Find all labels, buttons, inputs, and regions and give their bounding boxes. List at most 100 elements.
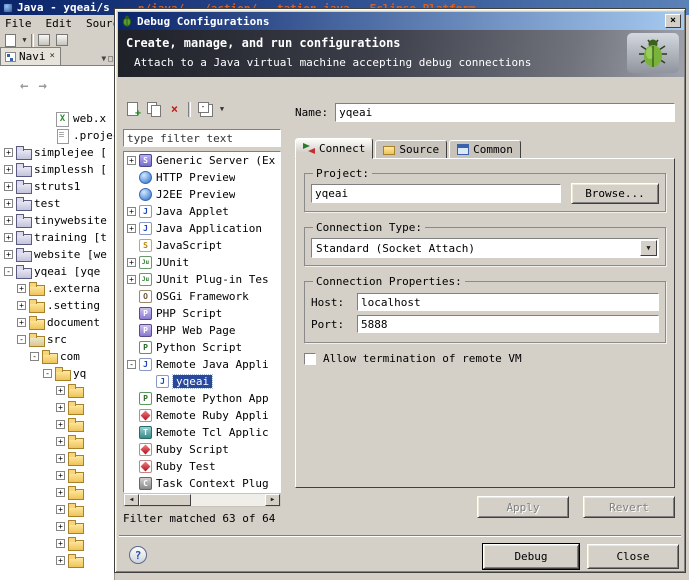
minimize-view-icon[interactable]: □ (108, 54, 113, 63)
config-type-task-context[interactable]: Task Context Plug (124, 475, 280, 492)
expander-icon[interactable] (4, 216, 13, 225)
expander-icon[interactable] (127, 156, 136, 165)
navigator-item-com[interactable]: com (0, 348, 114, 365)
navigator-item-simplejee[interactable]: simplejee [ (0, 144, 114, 161)
navigator-item-folder[interactable] (0, 399, 114, 416)
view-menu-icon[interactable]: ▼ (101, 54, 106, 63)
checkbox-icon[interactable] (304, 353, 316, 365)
config-type-http-preview[interactable]: HTTP Preview (124, 169, 280, 186)
expander-icon[interactable] (4, 165, 13, 174)
expander-icon[interactable] (4, 233, 13, 242)
expander-icon[interactable] (127, 258, 136, 267)
help-button[interactable]: ? (129, 546, 147, 564)
expander-icon[interactable] (56, 403, 65, 412)
horizontal-scrollbar[interactable]: ◀ ▶ (123, 493, 281, 507)
close-icon[interactable]: × (49, 52, 56, 61)
config-type-remote-tcl[interactable]: Remote Tcl Applic (124, 424, 280, 441)
navigator-item-training[interactable]: training [t (0, 229, 114, 246)
menu-edit[interactable]: Edit (46, 17, 73, 30)
navigator-item-website[interactable]: website [we (0, 246, 114, 263)
navigator-item-simplessh[interactable]: simplessh [ (0, 161, 114, 178)
tab-connect[interactable]: Connect (295, 138, 373, 159)
debug-button[interactable]: Debug (483, 544, 579, 569)
navigator-view-tab[interactable]: Navi × (0, 47, 61, 65)
navigator-item-tinywebsite[interactable]: tinywebsite (0, 212, 114, 229)
expander-icon[interactable] (56, 420, 65, 429)
expander-icon[interactable] (17, 318, 26, 327)
delete-config-icon[interactable]: × (165, 100, 184, 118)
expander-icon[interactable] (17, 301, 26, 310)
new-config-icon[interactable] (123, 100, 142, 118)
chevron-down-icon[interactable]: ▼ (20, 33, 29, 47)
navigator-item-folder[interactable] (0, 467, 114, 484)
expander-icon[interactable] (127, 224, 136, 233)
expander-icon[interactable] (56, 522, 65, 531)
config-type-remote-ruby[interactable]: Remote Ruby Appli (124, 407, 280, 424)
navigator-item-folder[interactable] (0, 501, 114, 518)
expander-icon[interactable] (56, 556, 65, 565)
config-type-php-script[interactable]: PHP Script (124, 305, 280, 322)
config-type-ruby-script[interactable]: Ruby Script (124, 441, 280, 458)
expander-icon[interactable] (56, 386, 65, 395)
config-type-junit-plugin[interactable]: JUnit Plug-in Tes (124, 271, 280, 288)
filter-input[interactable] (123, 129, 281, 147)
config-type-python-script[interactable]: Python Script (124, 339, 280, 356)
config-type-ruby-test[interactable]: Ruby Test (124, 458, 280, 475)
close-icon[interactable]: × (665, 14, 681, 28)
config-type-osgi[interactable]: OSGi Framework (124, 288, 280, 305)
navigator-item-folder[interactable] (0, 382, 114, 399)
collapse-icon[interactable] (17, 335, 26, 344)
navigator-item-web-x[interactable]: web.x (0, 110, 114, 127)
navigator-item-struts1[interactable]: struts1 (0, 178, 114, 195)
scroll-right-icon[interactable]: ▶ (265, 494, 280, 506)
dialog-titlebar[interactable]: Debug Configurations × (118, 12, 684, 30)
print-icon[interactable] (54, 33, 70, 47)
expander-icon[interactable] (4, 199, 13, 208)
menu-file[interactable]: File (5, 17, 32, 30)
expander-icon[interactable] (56, 471, 65, 480)
tab-source[interactable]: Source (375, 140, 447, 159)
collapse-all-icon[interactable] (195, 100, 214, 118)
config-yqeai[interactable]: yqeai (124, 373, 280, 390)
navigator-item-project-file[interactable]: .project (0, 127, 114, 144)
config-type-junit[interactable]: JUnit (124, 254, 280, 271)
navigator-item-folder[interactable] (0, 416, 114, 433)
expander-icon[interactable] (56, 539, 65, 548)
expander-icon[interactable] (56, 488, 65, 497)
config-type-remote-java[interactable]: Remote Java Appli (124, 356, 280, 373)
back-icon[interactable]: ← (20, 78, 28, 94)
navigator-item-folder[interactable] (0, 433, 114, 450)
expander-icon[interactable] (56, 437, 65, 446)
allow-termination-checkbox[interactable]: Allow termination of remote VM (304, 352, 666, 365)
config-type-j2ee-preview[interactable]: J2EE Preview (124, 186, 280, 203)
filter-menu-icon[interactable]: ▼ (216, 100, 228, 118)
tab-common[interactable]: Common (449, 140, 521, 159)
collapse-icon[interactable] (4, 267, 13, 276)
config-type-java-application[interactable]: Java Application (124, 220, 280, 237)
apply-button[interactable]: Apply (477, 496, 569, 518)
chevron-down-icon[interactable]: ▼ (640, 240, 657, 256)
project-input[interactable] (311, 184, 561, 203)
browse-button[interactable]: Browse... (571, 183, 659, 204)
connection-type-select[interactable]: Standard (Socket Attach) ▼ (311, 238, 659, 258)
duplicate-config-icon[interactable] (144, 100, 163, 118)
navigator-item-test[interactable]: test (0, 195, 114, 212)
navigator-item-folder[interactable] (0, 552, 114, 569)
expander-icon[interactable] (56, 454, 65, 463)
expander-icon[interactable] (127, 207, 136, 216)
navigator-item-document[interactable]: document (0, 314, 114, 331)
navigator-item-folder[interactable] (0, 535, 114, 552)
name-input[interactable] (335, 103, 675, 122)
scroll-left-icon[interactable]: ◀ (124, 494, 139, 506)
config-type-php-web-page[interactable]: PHP Web Page (124, 322, 280, 339)
new-file-icon[interactable] (2, 33, 18, 47)
config-type-generic-server[interactable]: Generic Server (Ex (124, 152, 280, 169)
host-input[interactable] (357, 293, 659, 311)
expander-icon[interactable] (4, 182, 13, 191)
navigator-item-yq[interactable]: yq (0, 365, 114, 382)
expander-icon[interactable] (127, 275, 136, 284)
config-type-remote-python[interactable]: Remote Python App (124, 390, 280, 407)
navigator-item-externa[interactable]: .externa (0, 280, 114, 297)
port-input[interactable] (357, 315, 659, 333)
navigator-item-src[interactable]: src (0, 331, 114, 348)
